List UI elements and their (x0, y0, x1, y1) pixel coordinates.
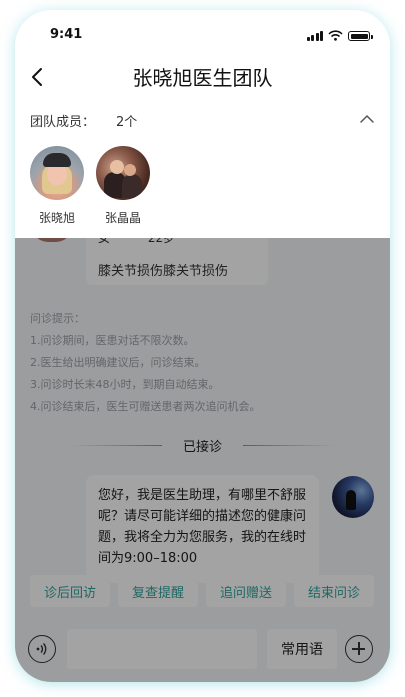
team-members-header[interactable]: 团队成员： 2个 (30, 111, 375, 131)
phone-screen: 女 22岁 膝关节损伤膝关节损伤 问诊提示： 1.问诊期间，医患对话不限次数。 … (15, 10, 390, 682)
battery-icon (348, 31, 373, 41)
status-icons (306, 29, 373, 41)
signal-icon (306, 30, 323, 41)
avatar (96, 146, 150, 200)
team-member[interactable]: 张晓旭 (29, 146, 85, 226)
avatar (30, 146, 84, 200)
status-time: 9:41 (50, 27, 83, 42)
chevron-up-icon[interactable] (359, 113, 375, 125)
member-name: 张晶晶 (104, 211, 141, 225)
dim-overlay[interactable] (15, 238, 390, 682)
member-name: 张晓旭 (38, 211, 75, 225)
wifi-icon (328, 30, 343, 41)
team-member[interactable]: 张晶晶 (95, 146, 151, 226)
page-title: 张晓旭医生团队 (132, 66, 273, 90)
team-members-count: 2个 (116, 115, 138, 130)
team-members-label: 团队成员： (30, 115, 96, 130)
team-panel: 9:41 张晓旭医生团队 团队成员： 2个 张晓旭 张晶晶 (15, 10, 390, 238)
